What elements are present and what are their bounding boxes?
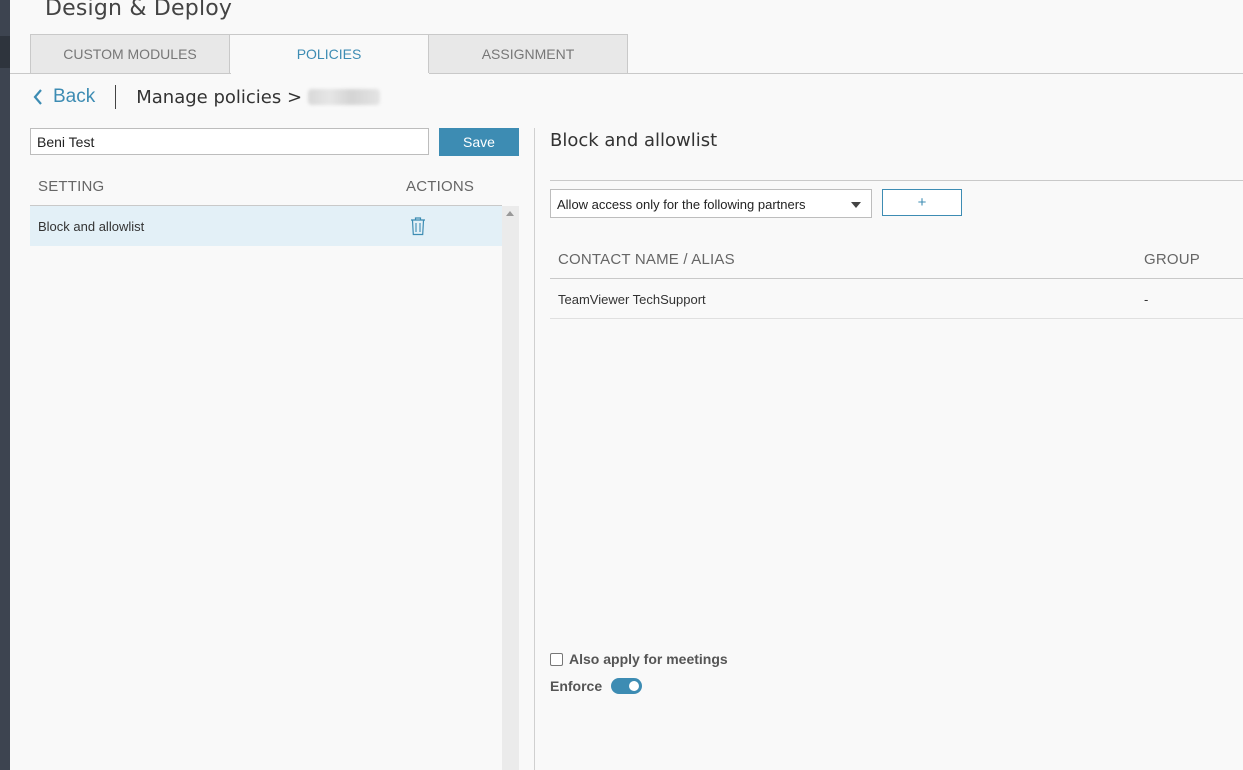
back-button[interactable]: Back [32, 86, 95, 108]
detail-title: Block and allowlist [550, 130, 718, 151]
page-title: Design & Deploy [45, 0, 233, 21]
panel-divider [534, 128, 535, 770]
scroll-up-arrow-icon[interactable] [506, 211, 514, 216]
contact-group: - [1144, 292, 1149, 307]
contact-name: TeamViewer TechSupport [558, 292, 706, 307]
setting-row-label: Block and allowlist [38, 219, 145, 234]
sidebar-active-marker [0, 36, 10, 68]
setting-row-block-and-allowlist[interactable]: Block and allowlist [30, 206, 502, 246]
app-sidebar-strip [0, 0, 10, 770]
back-label: Back [53, 86, 96, 107]
apply-meetings-label: Also apply for meetings [569, 651, 728, 667]
enforce-toggle[interactable] [611, 678, 643, 694]
chevron-down-icon [851, 202, 861, 208]
column-header-actions: ACTIONS [406, 178, 475, 195]
column-header-setting: SETTING [38, 178, 105, 195]
table-row[interactable]: TeamViewer TechSupport - [550, 279, 1243, 319]
settings-scrollbar[interactable] [502, 206, 519, 770]
blurred-policy-name [308, 89, 381, 105]
tab-underline [10, 73, 1243, 74]
breadcrumb-path: Manage policies > [136, 86, 303, 108]
trash-icon[interactable] [410, 217, 426, 236]
enforce-label: Enforce [550, 678, 603, 694]
policy-name-input[interactable] [30, 128, 429, 155]
add-contact-button[interactable]: + [882, 189, 962, 216]
tab-policies[interactable]: POLICIES [229, 34, 429, 74]
tab-assignment[interactable]: ASSIGNMENT [428, 34, 628, 74]
chevron-left-icon [33, 89, 42, 105]
breadcrumb: Back Manage policies > [32, 84, 381, 110]
apply-meetings-checkbox[interactable] [550, 652, 563, 666]
tab-custom-modules[interactable]: CUSTOM MODULES [30, 34, 230, 74]
access-mode-value: Allow access only for the following part… [557, 197, 806, 212]
access-mode-select[interactable]: Allow access only for the following part… [550, 189, 872, 218]
toggle-knob [629, 681, 640, 691]
column-header-contact-name: CONTACT NAME / ALIAS [558, 251, 735, 268]
save-button[interactable]: Save [439, 128, 519, 156]
breadcrumb-separator [115, 85, 117, 109]
enforce-option: Enforce [550, 678, 643, 694]
tab-bar: CUSTOM MODULES POLICIES ASSIGNMENT [30, 34, 628, 74]
column-header-group: GROUP [1144, 251, 1201, 268]
apply-meetings-option: Also apply for meetings [550, 651, 728, 667]
